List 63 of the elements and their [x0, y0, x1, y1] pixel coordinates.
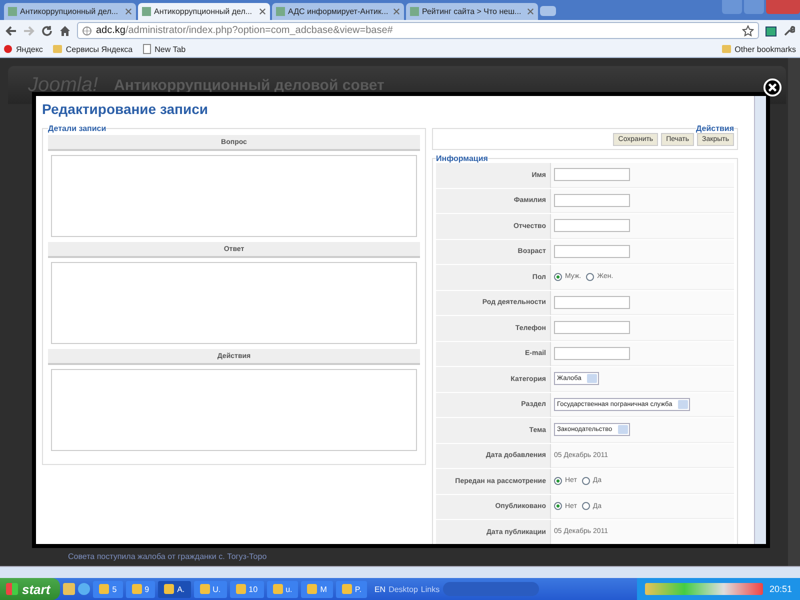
app-icon[interactable]: [63, 583, 76, 595]
toolbar-link[interactable]: Links: [420, 584, 440, 594]
bookmark[interactable]: New Tab: [142, 44, 186, 54]
input-field[interactable]: [554, 168, 630, 182]
close-button[interactable]: [766, 0, 800, 14]
back-icon[interactable]: [5, 24, 17, 36]
other-bookmarks[interactable]: Other bookmarks: [722, 44, 796, 54]
clock: 20:51: [769, 584, 792, 594]
app-icon: [132, 584, 142, 594]
taskbar-button[interactable]: 10: [230, 580, 264, 598]
text-area[interactable]: [51, 262, 417, 344]
browser-tab[interactable]: Антикоррупционный дел...: [4, 3, 136, 20]
windows-flag-icon: [6, 583, 18, 595]
scrollbar[interactable]: [0, 566, 800, 578]
input-field[interactable]: [554, 346, 630, 360]
dialog-title: Редактирование записи: [42, 101, 209, 117]
taskbar-button[interactable]: P.: [336, 580, 368, 598]
start-button[interactable]: start: [0, 578, 60, 600]
panel-legend: Действия: [696, 124, 734, 133]
app-icon: [272, 584, 283, 594]
forward-icon[interactable]: [23, 24, 35, 36]
minimize-button[interactable]: [722, 0, 742, 14]
browser-tab[interactable]: АДС информирует-Антик...: [272, 3, 404, 20]
browser-tab[interactable]: Антикоррупционный дел...: [138, 3, 270, 20]
restore-button[interactable]: [744, 0, 764, 14]
text-area[interactable]: [51, 369, 417, 451]
scrollbar[interactable]: [788, 58, 800, 566]
input-field[interactable]: [554, 244, 630, 258]
input-field[interactable]: [554, 296, 630, 309]
app-icon: [342, 584, 352, 594]
bookmark[interactable]: Яндекс: [4, 44, 43, 54]
input-field[interactable]: [554, 194, 630, 207]
app-icon: [200, 584, 210, 594]
app-icon: [164, 584, 174, 594]
folder-icon: [52, 45, 62, 53]
taskbar-button[interactable]: A.: [158, 580, 191, 598]
input-field[interactable]: [554, 219, 630, 232]
panel-legend: Детали записи: [48, 124, 106, 133]
scrollbar[interactable]: [754, 96, 766, 544]
background-text: Совета поступила жалоба от гражданки с. Тогуз-Торо: [68, 552, 267, 561]
taskbar-button[interactable]: U.: [194, 580, 227, 598]
taskbar-button[interactable]: u.: [266, 580, 298, 598]
address-bar[interactable]: adc.kg/administrator/index.php?option=com_adcbase&view=base#: [77, 22, 759, 39]
taskbar-button[interactable]: 5: [93, 580, 123, 598]
text-area[interactable]: [51, 155, 417, 237]
bookmark[interactable]: Сервисы Яндекса: [52, 44, 133, 54]
input-field[interactable]: [554, 321, 630, 334]
star-icon[interactable]: [742, 24, 754, 36]
app-icon[interactable]: [78, 583, 90, 595]
folder-icon: [722, 45, 731, 53]
toolbar-link[interactable]: Desktop: [388, 584, 418, 594]
reload-icon[interactable]: [41, 24, 53, 36]
home-icon[interactable]: [59, 24, 71, 36]
globe-icon: [82, 26, 92, 36]
app-icon: [99, 584, 110, 594]
panel-legend: Информация: [436, 154, 488, 163]
new-tab-button[interactable]: [540, 6, 556, 16]
app-icon: [307, 584, 318, 594]
browser-tab[interactable]: Рейтинг сайта > Что неш...: [406, 3, 538, 20]
app-icon: [236, 584, 246, 594]
language-indicator[interactable]: EN: [374, 584, 386, 594]
taskbar-button[interactable]: M: [301, 580, 333, 598]
taskbar-button[interactable]: 9: [126, 580, 156, 598]
